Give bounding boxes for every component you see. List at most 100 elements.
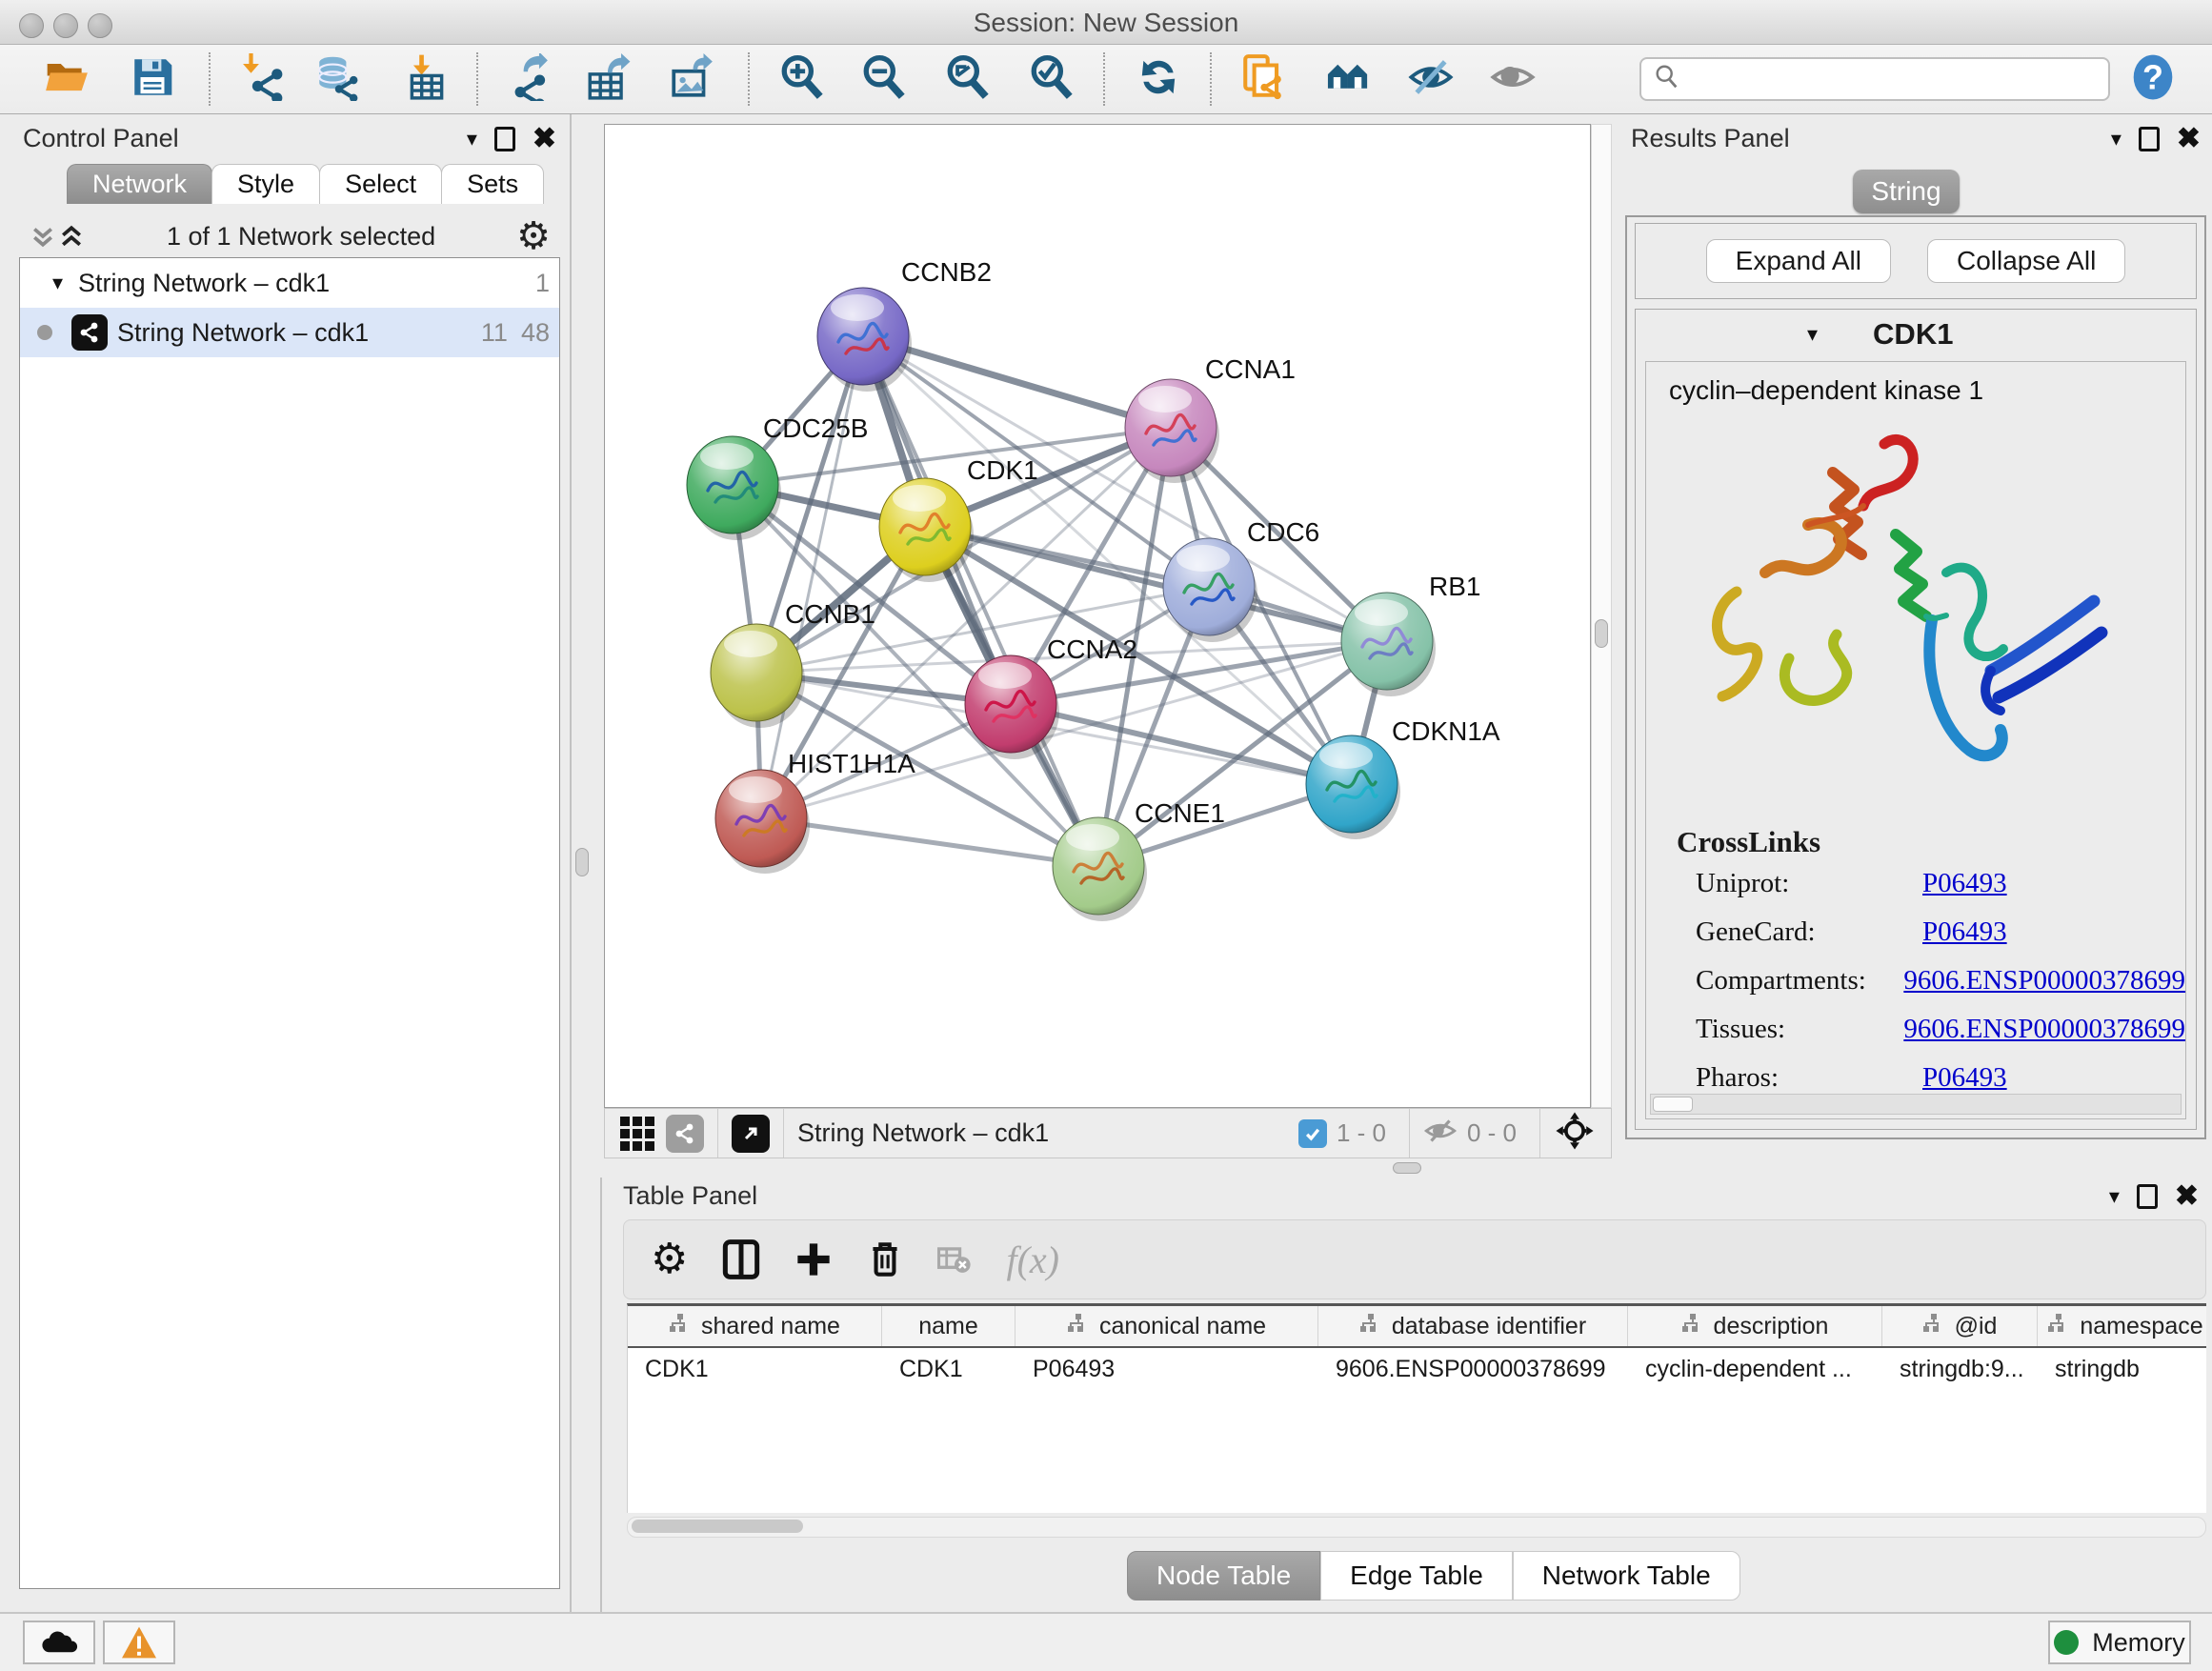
application-window: Session: New Session ? Control [0,0,2212,1671]
table-cell[interactable]: stringdb:9... [1882,1348,2038,1390]
add-column-icon[interactable] [794,1238,833,1280]
network-node-hist1h1a[interactable]: HIST1H1A [715,749,915,874]
export-image-button[interactable] [667,54,716,104]
table-cell[interactable]: CDK1 [628,1348,882,1390]
results-close-icon[interactable]: ✖ [2177,125,2201,153]
collapse-all-networks-icon[interactable] [57,222,86,251]
column-header-shared-name[interactable]: shared name [628,1306,882,1346]
import-network-file-button[interactable] [234,54,284,104]
hide-selected-button[interactable] [1406,54,1456,104]
crosslink-label: Tissues: [1696,1014,1903,1045]
network-node-cdc6[interactable]: CDC6 [1163,517,1319,642]
column-header-database-identifier[interactable]: database identifier [1318,1306,1628,1346]
table-close-icon[interactable]: ✖ [2175,1182,2199,1211]
table-float-icon[interactable] [2137,1184,2158,1209]
gene-expander-icon[interactable]: ▾ [1807,322,1818,347]
network-node-ccna1[interactable]: CCNA1 [1125,354,1296,483]
show-columns-icon[interactable] [722,1238,760,1280]
results-menu-icon[interactable]: ▾ [2111,127,2122,151]
canvas-right-scrollbar[interactable] [1591,124,1612,1108]
crosslink-link[interactable]: 9606.ENSP00000378699 [1903,1014,2185,1045]
warnings-button[interactable] [103,1621,175,1664]
save-session-button[interactable] [128,54,177,104]
open-session-button[interactable] [42,54,91,104]
results-float-icon[interactable] [2139,127,2160,151]
export-table-button[interactable] [583,54,633,104]
network-node-ccnb2[interactable]: CCNB2 [817,257,992,392]
column-header-namespace[interactable]: namespace [2038,1306,2206,1346]
network-edge[interactable] [761,818,1098,866]
network-collection-row[interactable]: ▾ String Network – cdk1 1 [20,258,559,308]
column-header-canonical-name[interactable]: canonical name [1016,1306,1318,1346]
selected-nodes-checkbox-icon[interactable] [1298,1119,1327,1148]
network-graph[interactable]: CCNB2CCNA1CDC25BCDK1CDC6RB1CCNB1CCNA2CDK… [605,125,1590,1107]
network-edge[interactable] [863,336,1098,866]
network-canvas[interactable]: CCNB2CCNA1CDC25BCDK1CDC6RB1CCNB1CCNA2CDK… [604,124,1591,1108]
close-panel-icon[interactable]: ✖ [533,125,556,153]
network-share-icon [71,314,108,351]
delete-column-trash-icon[interactable] [867,1238,903,1280]
tab-select[interactable]: Select [319,164,442,204]
network-row[interactable]: String Network – cdk1 11 48 [20,308,559,357]
column-header--id[interactable]: @id [1882,1306,2038,1346]
node-table[interactable]: shared namenamecanonical namedatabase id… [627,1303,2206,1513]
grid-view-icon[interactable] [620,1117,654,1151]
network-options-gear-icon[interactable]: ⚙ [516,217,551,255]
crosslink-link[interactable]: P06493 [1922,868,2007,899]
zoom-fit-button[interactable] [943,54,993,104]
table-row[interactable]: CDK1CDK1P064939606.ENSP00000378699cyclin… [628,1348,2206,1390]
collection-expander-icon[interactable]: ▾ [52,271,63,295]
table-menu-icon[interactable]: ▾ [2109,1184,2120,1209]
zoom-in-button[interactable] [777,54,827,104]
import-table-button[interactable] [402,54,452,104]
left-splitter-handle[interactable] [575,848,589,876]
table-hscrollbar[interactable] [627,1517,2206,1538]
crosslink-link[interactable]: P06493 [1922,1062,2007,1094]
tab-network[interactable]: Network [67,164,212,204]
bottom-splitter-handle[interactable] [1393,1162,1421,1174]
tab-style[interactable]: Style [211,164,320,204]
search-input[interactable] [1681,65,2081,94]
tab-sets[interactable]: Sets [441,164,544,204]
gene-box-scrollbar[interactable] [1650,1094,2182,1115]
clone-network-button[interactable] [1238,54,1288,104]
crosslink-link[interactable]: P06493 [1922,916,2007,948]
table-cell[interactable]: stringdb [2038,1348,2206,1390]
share-view-icon[interactable] [666,1115,704,1153]
table-cell[interactable]: P06493 [1016,1348,1318,1390]
table-cell[interactable]: CDK1 [882,1348,1016,1390]
help-button[interactable]: ? [2128,54,2178,104]
network-node-rb1[interactable]: RB1 [1341,572,1480,696]
first-neighbors-button[interactable] [1324,54,1374,104]
apply-layout-button[interactable] [1134,54,1183,104]
node-label: CCNA1 [1205,354,1296,384]
export-network-button[interactable] [503,54,553,104]
zoom-selected-button[interactable] [1027,54,1076,104]
detach-view-icon[interactable] [732,1115,770,1153]
fit-content-crosshair-icon[interactable] [1554,1110,1596,1157]
table-cell[interactable]: cyclin-dependent ... [1628,1348,1882,1390]
node-label: CCNB2 [901,257,992,287]
column-header-name[interactable]: name [882,1306,1016,1346]
column-header-description[interactable]: description [1628,1306,1882,1346]
results-tab-string[interactable]: String [1853,170,1960,213]
show-all-button[interactable] [1488,54,1538,104]
import-network-database-button[interactable] [312,54,362,104]
panel-menu-icon[interactable]: ▾ [467,127,477,151]
memory-button[interactable]: Memory [2048,1621,2191,1664]
right-splitter-handle[interactable] [1595,619,1608,648]
network-node-cdkn1a[interactable]: CDKN1A [1306,716,1500,839]
crosslink-link[interactable]: 9606.ENSP00000378699 [1903,965,2185,997]
toolbar-search[interactable] [1639,57,2110,101]
table-settings-gear-icon[interactable]: ⚙ [651,1238,688,1280]
table-cell[interactable]: 9606.ENSP00000378699 [1318,1348,1628,1390]
tab-edge-table[interactable]: Edge Table [1320,1551,1513,1601]
float-panel-icon[interactable] [494,127,515,151]
expand-all-button[interactable]: Expand All [1706,239,1891,283]
collapse-all-button[interactable]: Collapse All [1927,239,2125,283]
expand-all-networks-icon[interactable] [29,222,57,251]
cloud-status-button[interactable] [23,1621,95,1664]
zoom-out-button[interactable] [859,54,909,104]
tab-node-table[interactable]: Node Table [1127,1551,1320,1601]
tab-network-table[interactable]: Network Table [1513,1551,1740,1601]
